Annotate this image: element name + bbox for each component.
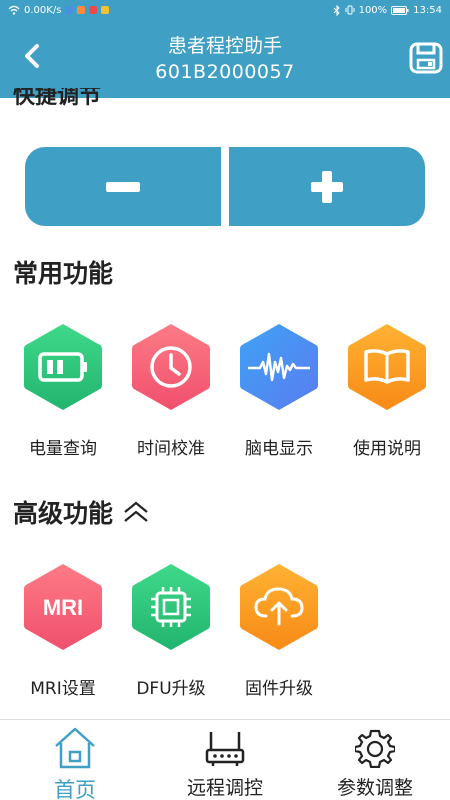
save-button[interactable] <box>406 38 446 78</box>
mri-icon: MRI <box>24 564 102 650</box>
nav-label: 首页 <box>54 778 96 800</box>
device-serial: 601B2000057 <box>155 61 295 83</box>
dfu-upgrade-tile[interactable]: DFU升级 <box>116 562 226 699</box>
eeg-display-tile[interactable]: 脑电显示 <box>224 322 334 459</box>
wifi-icon <box>8 5 20 15</box>
nav-label: 远程调控 <box>186 777 263 799</box>
tile-label: 脑电显示 <box>245 439 313 459</box>
notification-app-icon <box>101 6 110 14</box>
save-box-icon <box>409 42 443 74</box>
mri-settings-tile[interactable]: MRI MRI设置 <box>8 562 118 699</box>
tile-label: 时间校准 <box>137 439 205 459</box>
minus-icon <box>106 181 140 192</box>
advanced-functions-header[interactable]: 高级功能 <box>13 494 149 530</box>
tile-label: 电量查询 <box>29 439 97 459</box>
mri-icon-text: MRI <box>43 595 83 620</box>
quick-adjust-controls <box>25 147 425 226</box>
clock-time: 13:54 <box>413 4 442 16</box>
vibrate-icon <box>345 5 355 15</box>
battery-query-tile[interactable]: 电量查询 <box>8 322 118 459</box>
chevron-up-icon[interactable] <box>123 501 149 523</box>
router-icon <box>205 731 245 766</box>
nav-item-home[interactable]: 首页 <box>0 720 150 800</box>
time-calibration-tile[interactable]: 时间校准 <box>116 322 226 459</box>
page-title: 患者程控助手 <box>167 35 282 57</box>
network-speed: 0.00K/s <box>24 4 62 16</box>
tile-label: 使用说明 <box>353 439 421 459</box>
notification-app-icon <box>65 6 74 14</box>
tile-label: 固件升级 <box>245 679 313 699</box>
status-left: 0.00K/s <box>8 4 110 16</box>
status-bar: 0.00K/s 100% 13:54 <box>0 0 450 20</box>
notification-app-icon <box>89 6 98 14</box>
firmware-upgrade-tile[interactable]: 固件升级 <box>224 562 334 699</box>
clock-icon <box>132 324 210 410</box>
home-icon <box>55 727 95 769</box>
notification-app-icon <box>77 6 86 14</box>
tile-label: MRI设置 <box>30 679 96 699</box>
battery-status-icon <box>391 5 409 15</box>
bottom-nav: 首页 远程调控 参数调整 <box>0 720 450 800</box>
advanced-functions-title: 高级功能 <box>13 499 114 528</box>
app-header: 患者程控助手 601B2000057 <box>0 20 450 98</box>
chip-icon <box>132 564 210 650</box>
quick-adjust-title: 快捷调节 <box>13 88 102 109</box>
book-icon <box>348 324 426 410</box>
common-functions-title: 常用功能 <box>13 259 114 288</box>
user-guide-tile[interactable]: 使用说明 <box>332 322 442 459</box>
tile-label: DFU升级 <box>136 679 206 699</box>
nav-label: 参数调整 <box>336 777 413 799</box>
nav-item-parameter-adjust[interactable]: 参数调整 <box>300 720 450 800</box>
decrease-button[interactable] <box>25 147 221 226</box>
bluetooth-icon <box>333 4 340 16</box>
gear-icon <box>355 729 395 768</box>
plus-icon <box>311 170 343 203</box>
status-right: 100% 13:54 <box>333 4 442 16</box>
increase-button[interactable] <box>229 147 425 226</box>
nav-item-remote-control[interactable]: 远程调控 <box>150 720 300 800</box>
battery-icon <box>24 324 102 410</box>
cloud-upload-icon <box>240 564 318 650</box>
waveform-icon <box>240 324 318 410</box>
battery-percent: 100% <box>358 4 388 16</box>
